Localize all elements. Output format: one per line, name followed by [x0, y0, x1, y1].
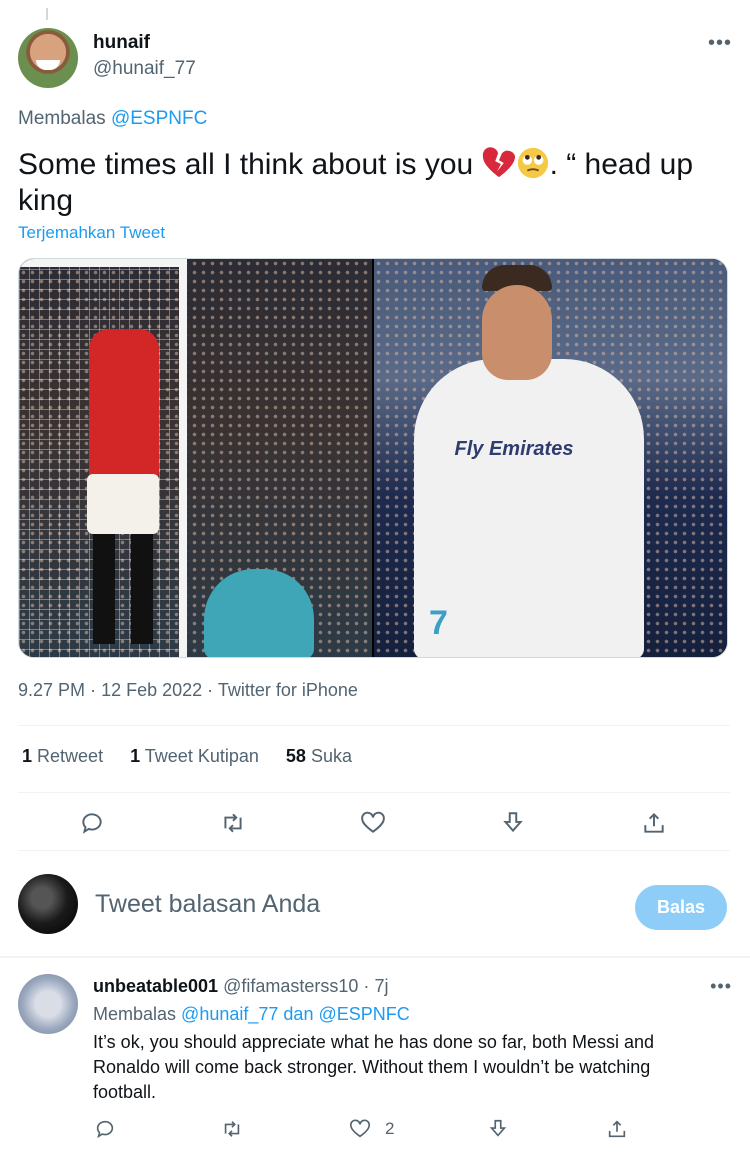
more-options-icon[interactable]: ••• [710, 976, 732, 997]
retweet-icon[interactable] [216, 806, 250, 840]
share-icon[interactable] [606, 1118, 628, 1148]
share-icon[interactable] [637, 806, 671, 840]
mention-link[interactable]: @hunaif_77 [181, 1004, 278, 1024]
reply-author-handle[interactable]: @fifamasterss10 [223, 976, 358, 996]
meta-separator: · [90, 680, 102, 700]
retweet-icon[interactable] [221, 1118, 243, 1148]
quote-tweet-count[interactable]: 1 Tweet Kutipan [130, 746, 259, 766]
reply-replying-to: Membalas @hunaif_77 dan @ESPNFC [93, 1004, 410, 1025]
more-options-icon[interactable]: ••• [708, 32, 732, 55]
reply-tweet[interactable]: unbeatable001 @fifamasterss10 · 7j ••• M… [18, 974, 732, 1164]
tweet-source[interactable]: Twitter for iPhone [218, 680, 358, 700]
tweet-actions [0, 806, 750, 840]
reply-button[interactable]: Balas [635, 885, 727, 930]
player-red-shirt [89, 329, 159, 479]
reply-icon[interactable] [75, 806, 109, 840]
tweet-media[interactable]: Fly Emirates 7 [18, 258, 728, 658]
reply-author-name[interactable]: unbeatable001 [93, 976, 218, 996]
current-user-avatar[interactable] [18, 874, 78, 934]
shirt-sponsor-text: Fly Emirates [454, 438, 574, 460]
retweet-count[interactable]: 1 Retweet [22, 746, 103, 766]
shirt-number: 7 [429, 604, 448, 642]
mention-joiner: dan [283, 1004, 314, 1024]
divider [18, 850, 730, 851]
author-handle[interactable]: @hunaif_77 [93, 58, 196, 80]
reply-input[interactable]: Tweet balasan Anda [95, 890, 320, 919]
reply-composer: Tweet balasan Anda Balas [18, 874, 730, 938]
goal-post [179, 259, 187, 657]
broken-heart-icon [482, 147, 515, 178]
bookmark-icon[interactable] [496, 806, 530, 840]
like-button[interactable]: 2 [349, 1118, 394, 1148]
divider [18, 792, 730, 793]
player-white-kit [414, 359, 644, 657]
tweet-text-part-1: Some times all I think about is you [18, 148, 482, 181]
reply-separator: · [363, 976, 370, 996]
bookmark-icon[interactable] [487, 1118, 509, 1148]
translate-tweet-link[interactable]: Terjemahkan Tweet [18, 223, 165, 243]
tweet-header: hunaif @hunaif_77 ••• [18, 28, 732, 88]
media-photo-left[interactable] [19, 259, 372, 657]
tweet-stats: 1 Retweet 1 Tweet Kutipan 58 Suka [22, 746, 374, 767]
mention-link[interactable]: @ESPNFC [111, 108, 207, 129]
replying-to-label: Membalas [93, 1004, 177, 1024]
avatar[interactable] [18, 28, 78, 88]
player-black-socks [93, 534, 153, 644]
goalkeeper [204, 569, 314, 657]
mention-link[interactable]: @ESPNFC [318, 1004, 409, 1024]
reply-time[interactable]: 7j [374, 976, 388, 996]
divider [18, 725, 730, 726]
like-icon[interactable] [356, 806, 390, 840]
replying-to-label: Membalas [18, 108, 106, 129]
replying-to: Membalas @ESPNFC [18, 108, 207, 130]
reply-icon[interactable] [94, 1118, 116, 1148]
reply-author-avatar[interactable] [18, 974, 78, 1034]
reply-actions: 2 [18, 1118, 732, 1148]
player-white-shorts [87, 474, 159, 534]
reply-tweet-header: unbeatable001 @fifamasterss10 · 7j [93, 976, 388, 997]
meta-separator: · [207, 680, 218, 700]
like-count[interactable]: 58 Suka [286, 746, 352, 766]
tweet-date[interactable]: 12 Feb 2022 [101, 680, 202, 700]
reply-text: It’s ok, you should appreciate what he h… [93, 1032, 655, 1102]
author-display-name[interactable]: hunaif [93, 32, 150, 54]
tweet-text: Some times all I think about is you . “ … [18, 146, 718, 219]
reply-like-count: 2 [385, 1119, 395, 1138]
tweet-metadata: 9.27 PM · 12 Feb 2022 · Twitter for iPho… [18, 680, 358, 701]
rolling-eyes-face-icon [517, 147, 548, 179]
like-icon [350, 1119, 370, 1138]
goal-crossbar [19, 259, 187, 267]
media-photo-right[interactable]: Fly Emirates 7 [374, 259, 727, 657]
thread-connector-line [46, 8, 48, 20]
tweet-time[interactable]: 9.27 PM [18, 680, 85, 700]
section-divider [0, 956, 750, 958]
player-head [482, 285, 552, 380]
